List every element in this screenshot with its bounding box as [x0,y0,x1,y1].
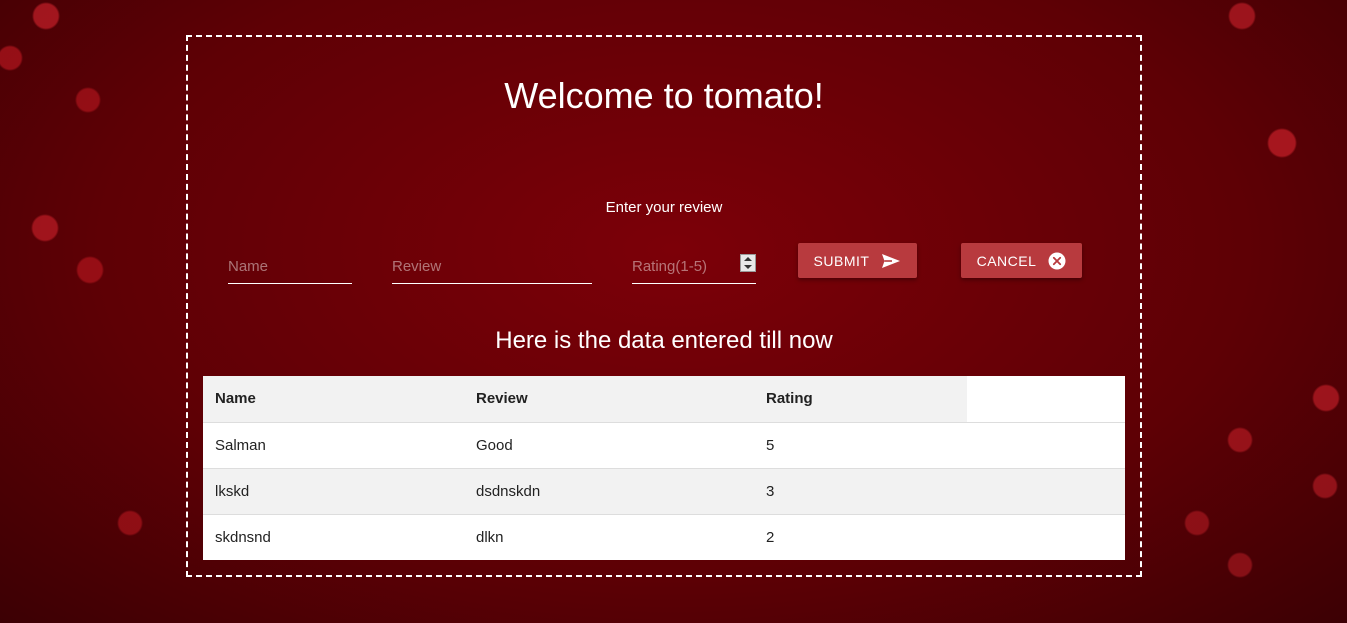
spinner-down-icon[interactable] [744,265,752,269]
submit-button[interactable]: SUBMIT [798,243,917,278]
column-header-name: Name [203,376,464,423]
column-header-empty [967,376,1125,423]
main-panel: Welcome to tomato! Enter your review SUB… [186,35,1142,577]
results-heading: Here is the data entered till now [495,327,833,354]
review-input[interactable] [392,249,592,283]
cell-rating: 5 [754,422,967,469]
rating-field-wrapper [632,249,756,284]
cancel-button[interactable]: CANCEL [961,243,1082,278]
table-row: skdnsnd dlkn 2 [203,514,1125,560]
rating-spinner[interactable] [740,254,756,272]
cell-empty [967,422,1125,469]
table-row: Salman Good 5 [203,422,1125,469]
review-field-wrapper [392,249,592,284]
cell-empty [967,514,1125,560]
page-title: Welcome to tomato! [504,75,824,116]
cell-rating: 2 [766,528,775,546]
cancel-button-label: CANCEL [976,252,1037,269]
name-input[interactable] [228,249,352,283]
spinner-up-icon[interactable] [744,257,752,261]
cell-name: skdnsnd [215,528,271,546]
name-field-wrapper [228,249,352,284]
column-header-rating: Rating [754,376,967,423]
table-header-row: Name Review Rating [203,376,1125,423]
cell-empty [967,468,1125,515]
reviews-table: Name Review Rating Salman Good 5 lkskd d… [203,376,1125,560]
rating-input[interactable] [632,249,756,283]
cell-review: dlkn [476,528,504,546]
table-row: lkskd dsdnskdn 3 [203,468,1125,515]
submit-button-label: SUBMIT [813,252,870,269]
form-label: Enter your review [605,199,723,216]
cell-name: Salman [203,422,464,469]
cell-name: lkskd [203,468,464,515]
column-header-review: Review [464,376,754,423]
close-circle-icon [1048,252,1066,269]
cell-review: Good [464,422,754,469]
cell-rating: 3 [754,468,967,515]
send-icon [882,253,901,268]
cell-review: dsdnskdn [464,468,754,515]
